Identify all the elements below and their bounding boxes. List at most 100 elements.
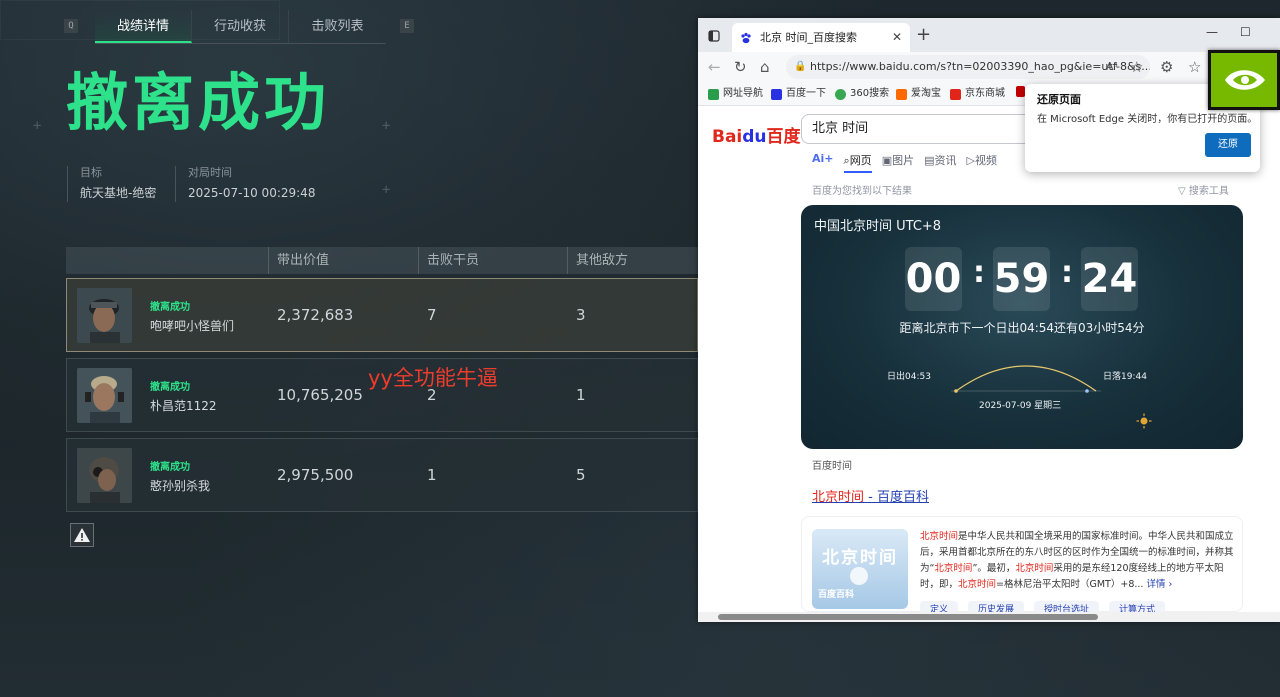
video-icon: ▷ — [966, 154, 975, 167]
baidu-logo[interactable]: Baidu百度 — [712, 122, 801, 147]
meta-target: 目标 航天基地-绝密 — [67, 166, 156, 202]
address-url: https://www.baidu.com/s?tn=02003390_hao_… — [810, 60, 1150, 73]
tab-video[interactable]: ▷视频 — [967, 152, 997, 173]
horizontal-scrollbar[interactable] — [698, 612, 1280, 622]
column-header-value: 带出价值 — [268, 247, 329, 274]
report-warning-button[interactable] — [70, 523, 94, 547]
favorite-icon — [950, 88, 961, 100]
baike-thumbnail[interactable]: 北京时间 百度百科 — [812, 529, 908, 609]
nvidia-overlay-icon[interactable] — [1208, 50, 1280, 110]
player-row[interactable]: 撤离成功 咆哮吧小怪兽们 2,372,683 7 3 — [66, 278, 698, 352]
clock-minutes: 59 — [993, 247, 1050, 311]
edge-browser-window: 北京 时间_百度搜索 ✕ + — ☐ ← ↻ ⌂ 🔒 https://www.b… — [698, 18, 1280, 622]
tab-action-rewards[interactable]: 行动收获 — [192, 10, 289, 43]
favorite-item[interactable]: 京东商城 — [950, 86, 1005, 102]
player-value: 10,765,205 — [277, 386, 363, 404]
search-tools-button[interactable]: ▽ 搜索工具 — [1178, 182, 1229, 197]
player-kills: 7 — [427, 306, 437, 324]
overlay-watermark-text: yy全功能牛逼 — [368, 366, 498, 390]
player-kills: 1 — [427, 466, 437, 484]
tab-kill-list[interactable]: 击败列表 — [289, 10, 386, 43]
baidu-paw-icon — [741, 32, 751, 44]
player-avatar — [77, 448, 132, 503]
player-avatar — [77, 368, 132, 423]
players-table-header: 带出价值 击败干员 其他敌方 — [66, 247, 698, 274]
favorite-star-icon[interactable]: ☆ — [1130, 57, 1143, 77]
clock-colon: : — [1061, 255, 1073, 290]
favorite-icon — [1016, 86, 1025, 97]
tab-images[interactable]: ▣图片 — [882, 152, 914, 173]
minimize-icon[interactable]: — — [1206, 25, 1218, 39]
result-source: 百度时间 — [812, 461, 852, 472]
baike-result-card: 北京时间 百度百科 北京时间是中华人民共和国全境采用的国家标准时间。中华人民共和… — [801, 516, 1243, 616]
key-hint-left: Q — [64, 19, 78, 33]
search-input[interactable]: 北京 时间 — [801, 114, 1031, 144]
restore-popup-title: 还原页面 — [1037, 93, 1081, 106]
favorite-item[interactable]: 网址导航 — [708, 86, 763, 102]
clock-colon: : — [973, 255, 985, 290]
background-plus-mark: + — [33, 118, 42, 134]
sunrise-countdown: 距离北京市下一个日出04:54还有03小时54分 — [899, 321, 1145, 335]
sun-arc — [951, 365, 1101, 393]
player-name: 朴昌范1122 — [150, 399, 217, 413]
search-type-tabs: Ai+ ⌕网页 ▣图片 ▤资讯 ▷视频 — [812, 152, 997, 173]
favorite-icon — [896, 88, 907, 100]
meta-time-value: 2025-07-10 00:29:48 — [188, 186, 316, 200]
clock-date: 2025-07-09 星期三 — [979, 401, 1062, 411]
player-name: 咆哮吧小怪兽们 — [150, 319, 235, 333]
tab-news[interactable]: ▤资讯 — [924, 152, 956, 173]
play-icon — [850, 567, 868, 585]
background-plus-mark: + — [382, 118, 391, 134]
tab-web[interactable]: ⌕网页 — [843, 152, 872, 173]
player-status: 撤离成功 — [150, 302, 190, 313]
key-hint-right: E — [400, 19, 414, 33]
baike-summary: 北京时间是中华人民共和国全境采用的国家标准时间。中华人民共和国成立后，采用首都北… — [920, 531, 1234, 590]
close-tab-icon[interactable]: ✕ — [892, 23, 902, 52]
tab-ai[interactable]: Ai+ — [812, 152, 834, 173]
extensions-icon[interactable]: ⚙ — [1160, 57, 1173, 77]
player-others: 3 — [576, 306, 586, 324]
column-header-others: 其他敌方 — [567, 247, 628, 274]
favorite-icon — [835, 88, 846, 100]
home-icon[interactable]: ⌂ — [760, 57, 770, 77]
column-header-kills: 击败干员 — [418, 247, 479, 274]
new-tab-button[interactable]: + — [916, 24, 931, 46]
address-toolbar: ← ↻ ⌂ 🔒 https://www.baidu.com/s?tn=02003… — [698, 52, 1280, 82]
warning-icon — [74, 528, 90, 542]
refresh-icon[interactable]: ↻ — [734, 57, 747, 77]
beijing-time-card: 中国北京时间 UTC+8 00 : 59 : 24 距离北京市下一个日出04:5… — [801, 205, 1243, 449]
player-value: 2,975,500 — [277, 466, 354, 484]
search-results-page: Baidu百度 北京 时间 Ai+ ⌕网页 ▣图片 ▤资讯 ▷视频 百度为您找到… — [698, 106, 1280, 616]
player-status: 撤离成功 — [150, 462, 190, 473]
player-others: 5 — [576, 466, 586, 484]
browser-tab-active[interactable]: 北京 时间_百度搜索 ✕ — [732, 23, 910, 52]
filter-icon: ▽ — [1178, 186, 1189, 197]
favorite-item[interactable]: 百度一下 — [771, 86, 826, 102]
player-name: 憨孙别杀我 — [150, 479, 211, 493]
lock-icon: 🔒 — [794, 61, 807, 72]
meta-target-label: 目标 — [80, 166, 102, 179]
player-row[interactable]: 撤离成功 憨孙别杀我 2,975,500 1 5 — [66, 438, 698, 512]
scrollbar-thumb[interactable] — [718, 614, 1098, 620]
news-icon: ▤ — [924, 154, 935, 167]
favorite-item[interactable]: 360搜索 — [835, 86, 889, 102]
maximize-icon[interactable]: ☐ — [1240, 25, 1251, 39]
tab-battle-details[interactable]: 战绩详情 — [95, 10, 192, 43]
sunrise-time: 日出04:53 — [887, 372, 931, 382]
baike-more-link[interactable]: 详情 › — [1146, 579, 1172, 590]
player-avatar — [77, 288, 132, 343]
read-aloud-icon[interactable]: Aᵃ — [1106, 57, 1118, 77]
baike-result-link[interactable]: 北京时间 - 百度百科 — [812, 486, 929, 505]
player-status: 撤离成功 — [150, 382, 190, 393]
meta-time-label: 对局时间 — [188, 166, 232, 179]
favorite-icon — [771, 88, 782, 100]
collections-icon[interactable]: ☆ — [1188, 57, 1201, 77]
result-count-hint: 百度为您找到以下结果 — [812, 186, 912, 197]
address-bar[interactable]: 🔒 https://www.baidu.com/s?tn=02003390_ha… — [786, 55, 1150, 79]
favorite-icon — [708, 88, 719, 100]
favorite-item[interactable]: 爱淘宝 — [896, 86, 941, 102]
restore-button[interactable]: 还原 — [1205, 133, 1251, 157]
tab-actions-icon[interactable] — [708, 30, 720, 42]
player-value: 2,372,683 — [277, 306, 354, 324]
back-icon[interactable]: ← — [708, 57, 721, 77]
